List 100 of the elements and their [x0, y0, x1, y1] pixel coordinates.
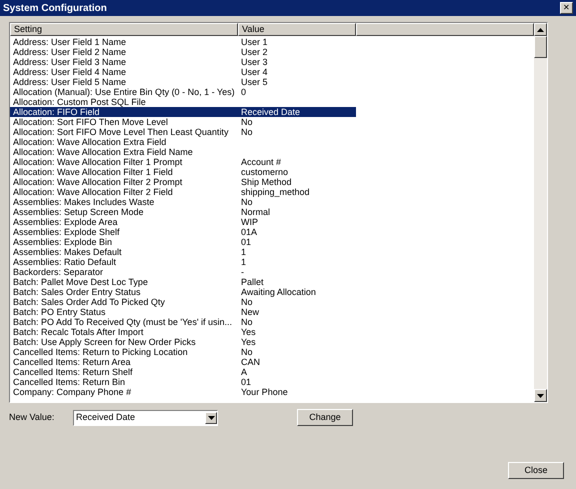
- value-cell-text: -: [240, 267, 244, 277]
- value-cell-text: Yes: [240, 327, 256, 337]
- list-row[interactable]: Assemblies: Makes Default 1: [10, 247, 356, 257]
- setting-cell-text: Cancelled Items: Return Bin: [12, 377, 126, 387]
- value-cell-text: Received Date: [240, 107, 300, 117]
- list-row[interactable]: Batch: Sales Order Entry Status Awaiting Allocation: [10, 287, 356, 297]
- column-header[interactable]: Setting: [10, 23, 238, 36]
- setting-cell-text: Assemblies: Explode Shelf: [12, 227, 121, 237]
- scroll-thumb[interactable]: [534, 36, 547, 58]
- close-dialog-button[interactable]: Close: [508, 462, 564, 479]
- value-cell-text: Pallet: [240, 277, 264, 287]
- list-row[interactable]: Allocation: Sort FIFO Then Move Level No: [10, 117, 356, 127]
- setting-cell-text: Batch: Recalc Totals After Import: [12, 327, 144, 337]
- list-row[interactable]: Allocation: Wave Allocation Filter 2 Field shipping_method: [10, 187, 356, 197]
- list-row[interactable]: Assemblies: Makes Includes Waste No: [10, 197, 356, 207]
- list-row[interactable]: Allocation: Custom Post SQL File: [10, 97, 356, 107]
- setting-cell-text: Allocation: Sort FIFO Move Level Then Least Quantity: [12, 127, 230, 137]
- value-cell-text: Normal: [240, 207, 270, 217]
- setting-cell-text: Allocation: Sort FIFO Then Move Level: [12, 117, 169, 127]
- list-row[interactable]: Company: Company Phone # Your Phone: [10, 387, 356, 397]
- list-row[interactable]: Allocation: Wave Allocation Extra Field Name: [10, 147, 356, 157]
- list-row[interactable]: Address: User Field 1 Name User 1: [10, 37, 356, 47]
- value-cell-text: Your Phone: [240, 387, 288, 397]
- setting-cell-text: Backorders: Separator: [12, 267, 104, 277]
- dropdown-button[interactable]: [205, 412, 217, 424]
- down-arrow-icon: [208, 416, 214, 420]
- list-row[interactable]: Allocation: Wave Allocation Extra Field: [10, 137, 356, 147]
- list-row[interactable]: Address: User Field 2 Name User 2: [10, 47, 356, 57]
- value-cell-text: User 1: [240, 37, 268, 47]
- value-cell-text: 01A: [240, 227, 258, 237]
- list-row[interactable]: Assemblies: Ratio Default 1: [10, 257, 356, 267]
- list-row[interactable]: Allocation: Wave Allocation Filter 2 Prompt Ship Method: [10, 177, 356, 187]
- setting-cell-text: Assemblies: Setup Screen Mode: [12, 207, 145, 217]
- value-cell-text: User 2: [240, 47, 268, 57]
- setting-cell-text: Allocation: Wave Allocation Extra Field Name: [12, 147, 194, 157]
- list-row[interactable]: Allocation: Sort FIFO Move Level Then Least Quantity No: [10, 127, 356, 137]
- value-cell-text: 0: [240, 87, 246, 97]
- list-row[interactable]: Allocation (Manual): Use Entire Bin Qty (0 - No, 1 - Yes) 0: [10, 87, 356, 97]
- value-cell-text: User 3: [240, 57, 268, 67]
- setting-cell-text: Assemblies: Explode Area: [12, 217, 119, 227]
- setting-cell-text: Batch: PO Entry Status: [12, 307, 107, 317]
- setting-cell-text: Allocation: Wave Allocation Filter 2 Prompt: [12, 177, 184, 187]
- scroll-bar[interactable]: [534, 23, 547, 402]
- value-cell-text: No: [240, 347, 253, 357]
- setting-cell-text: Allocation (Manual): Use Entire Bin Qty (0 - No, 1 - Yes): [12, 87, 236, 97]
- setting-cell-text: Assemblies: Ratio Default: [12, 257, 118, 267]
- list-row[interactable]: Allocation: FIFO Field Received Date: [10, 107, 356, 117]
- setting-cell-text: Cancelled Items: Return Area: [12, 357, 132, 367]
- value-cell-text: No: [240, 117, 253, 127]
- value-cell-text: 1: [240, 247, 246, 257]
- list-row[interactable]: Assemblies: Explode Bin 01: [10, 237, 356, 247]
- list-row[interactable]: Backorders: Separator -: [10, 267, 356, 277]
- list-row[interactable]: Assemblies: Explode Area WIP: [10, 217, 356, 227]
- setting-cell-text: Address: User Field 3 Name: [12, 57, 128, 67]
- value-cell-text: 01: [240, 377, 252, 387]
- setting-cell-text: Assemblies: Explode Bin: [12, 237, 114, 247]
- list-row[interactable]: Assemblies: Setup Screen Mode Normal: [10, 207, 356, 217]
- scroll-up-button[interactable]: [534, 23, 547, 36]
- scroll-down-button[interactable]: [534, 389, 547, 402]
- value-cell-text: No: [240, 297, 253, 307]
- change-button[interactable]: Change: [297, 409, 353, 426]
- column-header[interactable]: Value: [238, 23, 356, 36]
- list-row[interactable]: Cancelled Items: Return Bin 01: [10, 377, 356, 387]
- list-row[interactable]: Batch: Recalc Totals After Import Yes: [10, 327, 356, 337]
- value-cell-text: No: [240, 127, 253, 137]
- list-row[interactable]: Batch: PO Add To Received Qty (must be 'Yes' if usin... No: [10, 317, 356, 327]
- list-row[interactable]: Cancelled Items: Return Shelf A: [10, 367, 356, 377]
- up-arrow-icon: [537, 28, 544, 32]
- value-cell-text: Ship Method: [240, 177, 292, 187]
- setting-cell-text: Batch: Sales Order Entry Status: [12, 287, 142, 297]
- value-cell-text: A: [240, 367, 248, 377]
- new-value-label: New Value:: [9, 410, 56, 424]
- setting-cell-text: Assemblies: Makes Includes Waste: [12, 197, 156, 207]
- list-row[interactable]: Assemblies: Explode Shelf 01A: [10, 227, 356, 237]
- setting-cell-text: Address: User Field 1 Name: [12, 37, 128, 47]
- value-cell-text: No: [240, 317, 253, 327]
- list-row[interactable]: Address: User Field 5 Name User 5: [10, 77, 356, 87]
- new-value-dropdown[interactable]: Received Date: [73, 410, 218, 426]
- list-row[interactable]: Batch: Use Apply Screen for New Order Picks Yes: [10, 337, 356, 347]
- setting-cell-text: Batch: Sales Order Add To Picked Qty: [12, 297, 166, 307]
- list-row[interactable]: Address: User Field 3 Name User 3: [10, 57, 356, 67]
- close-button[interactable]: ✕: [560, 2, 573, 14]
- list-row[interactable]: Allocation: Wave Allocation Filter 1 Prompt Account #: [10, 157, 356, 167]
- value-cell-text: No: [240, 197, 253, 207]
- value-cell-text: Account #: [240, 157, 282, 167]
- setting-cell-text: Allocation: Wave Allocation Extra Field: [12, 137, 168, 147]
- list-row[interactable]: Batch: Pallet Move Dest Loc Type Pallet: [10, 277, 356, 287]
- list-row[interactable]: Batch: Sales Order Add To Picked Qty No: [10, 297, 356, 307]
- setting-cell-text: Batch: Use Apply Screen for New Order Picks: [12, 337, 197, 347]
- value-cell-text: customerno: [240, 167, 288, 177]
- setting-cell-text: Cancelled Items: Return to Picking Location: [12, 347, 189, 357]
- setting-cell-text: Allocation: Wave Allocation Filter 1 Field: [12, 167, 174, 177]
- list-row[interactable]: Address: User Field 4 Name User 4: [10, 67, 356, 77]
- list-row[interactable]: Allocation: Wave Allocation Filter 1 Field customerno: [10, 167, 356, 177]
- list-row[interactable]: Cancelled Items: Return to Picking Location No: [10, 347, 356, 357]
- setting-cell-text: Assemblies: Makes Default: [12, 247, 123, 257]
- list-row[interactable]: Cancelled Items: Return Area CAN: [10, 357, 356, 367]
- setting-cell-text: Company: Company Phone #: [12, 387, 132, 397]
- setting-cell-text: Address: User Field 5 Name: [12, 77, 128, 87]
- list-row[interactable]: Batch: PO Entry Status New: [10, 307, 356, 317]
